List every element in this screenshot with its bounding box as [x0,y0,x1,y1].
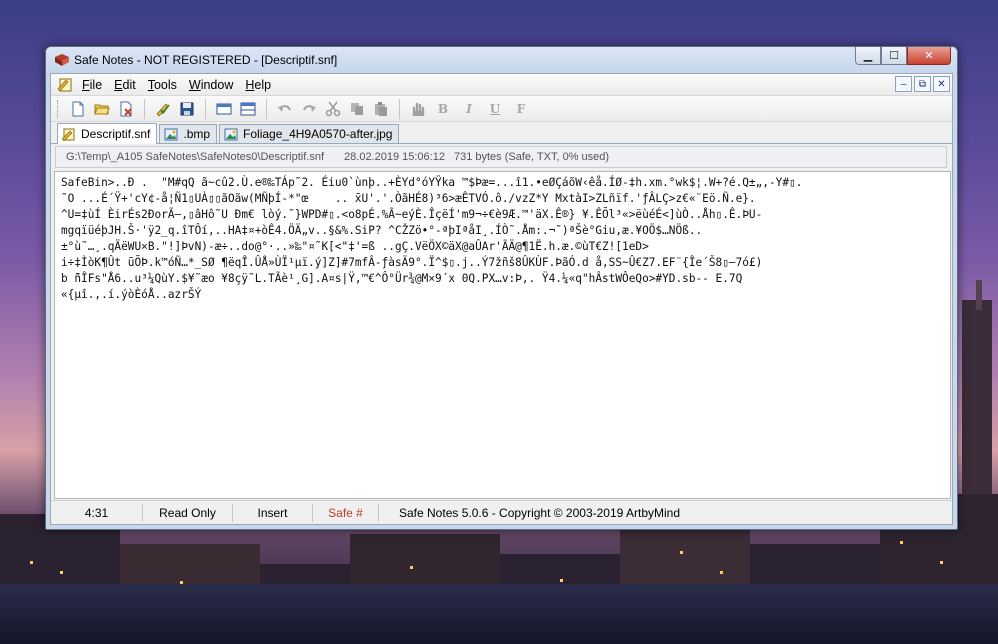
tools-button[interactable] [151,98,175,120]
new-file-icon [72,101,84,116]
maximize-button[interactable]: ☐ [881,47,907,65]
text-editor[interactable]: SafeBin>..Đ . "M#qQ ã~cû2.Ù.e®‰TÁp˜2. Éi… [54,171,951,499]
editor-line: «{µî.,.í.ýòÈóÅ..azrŠÝ [61,288,202,301]
window-tile-icon [240,102,256,115]
copy-icon [351,102,363,115]
title-bar[interactable]: Safe Notes - NOT REGISTERED - [Descripti… [46,47,957,73]
editor-line: i÷‡ÌòK¶Ût ̄uÕÞ.k™óÑ…*_SØ ¶ëqÎ.ÛÅ»ÙÏ¹µï.ý… [61,256,763,269]
read-only-status: Read Only [143,503,233,522]
menu-help[interactable]: Help [240,78,278,92]
paste-button[interactable] [369,98,393,120]
editor-line: ^U=‡ùÍ ÈirÉs2ÐorÃ—,▯âHô˜U Ðm€ lòý.˜}WPD#… [61,208,763,221]
floppy-save-icon [180,102,194,115]
paste-icon [375,101,387,116]
undo-icon [278,104,291,112]
toolbar-separator [399,98,400,119]
tab-label: Foliage_4H9A0570-after.jpg [243,127,393,141]
pencil-check-icon [156,102,170,117]
cursor-position: 4:31 [51,503,143,522]
toolbar-separator [266,98,267,119]
mdi-close-button[interactable]: ✕ [933,76,950,92]
menu-file[interactable]: File [77,78,109,92]
scissors-icon [325,101,341,116]
window-cascade-button[interactable] [212,98,236,120]
bold-button[interactable]: B [430,102,456,116]
file-path: G:\Temp\_A105 SafeNotes\SafeNotes0\Descr… [66,151,325,163]
tab-label: Descriptif.snf [81,127,151,141]
cut-button[interactable] [321,98,345,120]
save-button[interactable] [175,98,199,120]
redo-button[interactable] [297,98,321,120]
new-file-button[interactable] [66,98,90,120]
close-file-button[interactable] [114,98,138,120]
safe-notes-doc-icon [62,128,75,141]
window-tile-button[interactable] [236,98,260,120]
toolbar-separator [205,98,206,119]
minimize-button[interactable]: ▁ [855,47,881,65]
safe-notes-window: Safe Notes - NOT REGISTERED - [Descripti… [45,46,958,530]
open-file-button[interactable] [90,98,114,120]
italic-button[interactable]: I [456,102,482,116]
hand-icon [412,102,425,116]
insert-mode-status: Insert [233,503,313,522]
menu-bar: File Edit Tools Window Help – ⧉ ✕ [51,74,952,96]
editor-line: b ̄ñÎFs"Å6..u³¼QùY.$¥˜æo ¥8çÿ˜L.TÃè¹¸G].… [61,272,743,285]
redo-icon [303,104,316,112]
editor-line: ±°ù˜…¸.qÄëWU×B."!]ÞvN)-æ÷..do@°·..»‰"¤˜K… [61,240,649,253]
document-tabs: Descriptif.snf .bmp Foliage_4H9A0570-aft… [51,122,952,144]
close-file-icon [120,101,132,116]
underline-button[interactable]: U [482,102,508,116]
menu-tools[interactable]: Tools [143,78,184,92]
file-info-bar: G:\Temp\_A105 SafeNotes\SafeNotes0\Descr… [55,146,947,168]
toolbar-grip[interactable] [57,99,60,118]
close-button[interactable]: ✕ [907,47,951,65]
image-file-icon [224,128,238,140]
copyright-text: Safe Notes 5.0.6 - Copyright © 2003-2019… [399,505,680,520]
tab-foliage[interactable]: Foliage_4H9A0570-after.jpg [219,124,400,143]
mdi-minimize-button[interactable]: – [895,76,912,92]
copy-button[interactable] [345,98,369,120]
mdi-buttons: – ⧉ ✕ [895,76,950,92]
menu-edit[interactable]: Edit [109,78,143,92]
safe-status: Safe # [313,503,379,522]
menu-window[interactable]: Window [184,78,240,92]
open-folder-icon [94,104,110,114]
window-title: Safe Notes - NOT REGISTERED - [Descripti… [74,53,338,67]
undo-button[interactable] [273,98,297,120]
status-bar: 4:31 Read Only Insert Safe # Safe Notes … [51,500,952,524]
editor-line: mgqïüéþJH.Š·'ÿ2_q.îTÔí,..HA‡¤+òÊ4.ÖÄ„v..… [61,224,703,237]
file-size-info: 731 bytes (Safe, TXT, 0% used) [453,151,610,163]
tab-descriptif[interactable]: Descriptif.snf [57,123,158,144]
toolbar-separator [144,98,145,119]
safe-notes-app-icon [55,54,69,66]
toolbar: B I U F [51,96,952,122]
tab-bmp[interactable]: .bmp [159,124,218,143]
editor-line: ˜O ...É´Ÿ+'cY¢-å¦Ñ1▯UÀ▯▯ãOãw(MÑþÍ-*"œ ..… [61,192,756,205]
tab-label: .bmp [183,127,211,141]
client-area: File Edit Tools Window Help – ⧉ ✕ B I U … [50,73,953,525]
font-button[interactable]: F [508,102,534,116]
window-icon [216,103,232,114]
highlight-button[interactable] [406,98,430,120]
document-menu-icon[interactable] [57,77,73,93]
file-datetime: 28.02.2019 15:06:12 [344,151,445,163]
editor-line: SafeBin>..Đ . "M#qQ ã~cû2.Ù.e®‰TÁp˜2. Éi… [61,176,803,189]
caption-buttons: ▁ ☐ ✕ [855,47,951,67]
mdi-restore-button[interactable]: ⧉ [914,76,931,92]
image-file-icon [164,128,178,140]
